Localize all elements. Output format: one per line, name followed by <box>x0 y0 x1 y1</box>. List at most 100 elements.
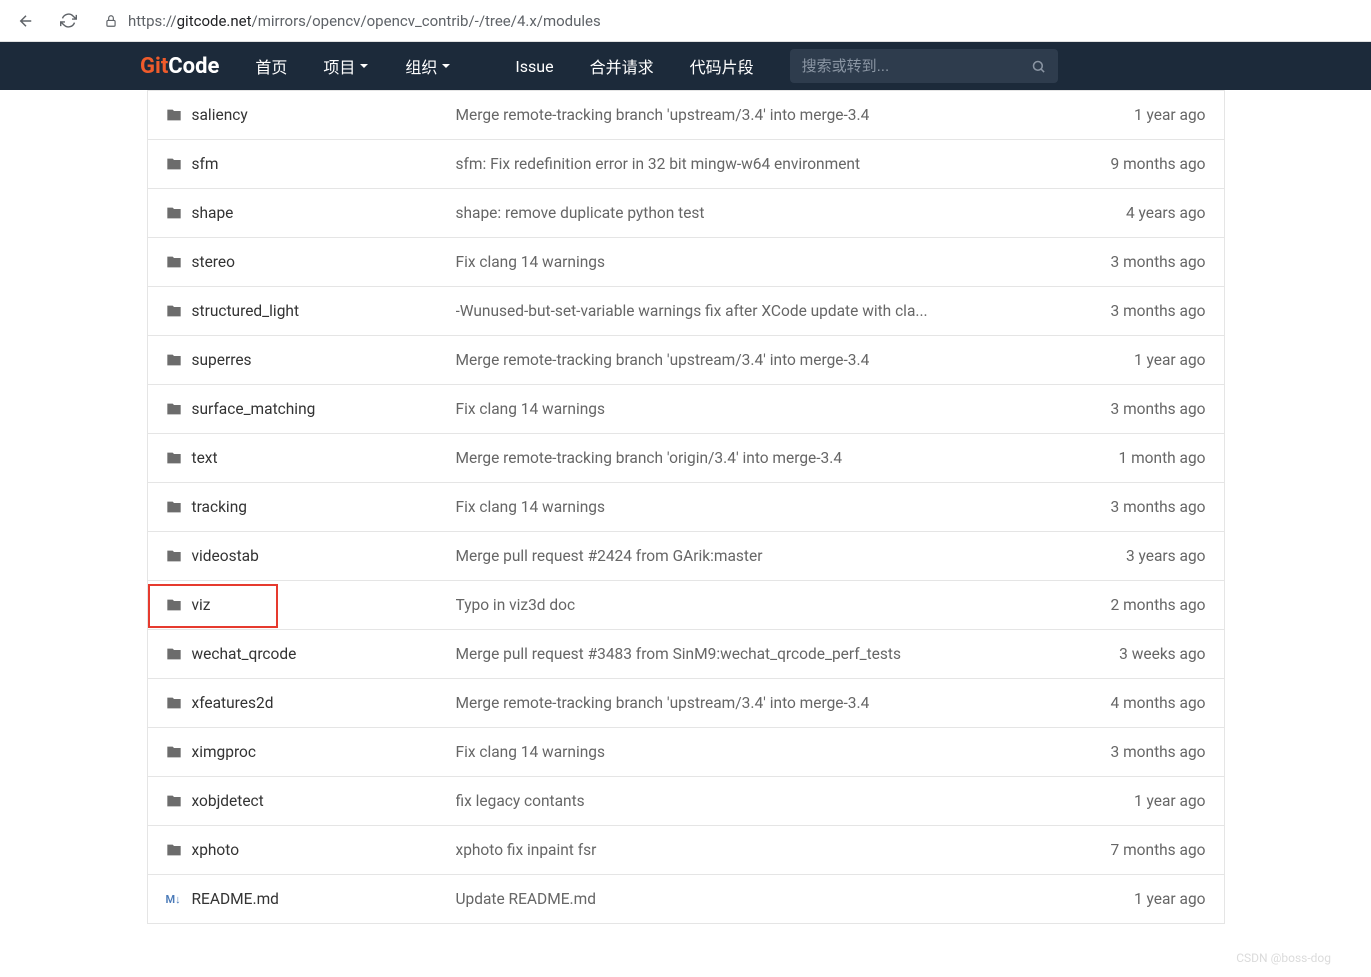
nav-orgs[interactable]: 组织 <box>387 42 469 90</box>
file-name-cell[interactable]: wechat_qrcode <box>166 645 456 663</box>
file-browser: saliency Merge remote-tracking branch 'up… <box>147 90 1225 924</box>
table-row[interactable]: wechat_qrcode Merge pull request #3483 fr… <box>148 629 1224 678</box>
commit-message[interactable]: Merge remote-tracking branch 'upstream/3… <box>456 351 1076 369</box>
file-name-cell[interactable]: text <box>166 449 456 467</box>
commit-time: 3 years ago <box>1076 547 1206 565</box>
table-row[interactable]: vizTypo in viz3d doc2 months ago <box>148 580 1224 629</box>
commit-message[interactable]: fix legacy contants <box>456 792 1076 810</box>
file-name[interactable]: xphoto <box>192 841 240 859</box>
folder-icon <box>166 450 182 466</box>
commit-message[interactable]: Fix clang 14 warnings <box>456 400 1076 418</box>
commit-time: 1 year ago <box>1076 792 1206 810</box>
table-row[interactable]: ximgprocFix clang 14 warnings3 months ag… <box>148 727 1224 776</box>
file-name[interactable]: videostab <box>192 547 259 565</box>
url-text: https://gitcode.net/mirrors/opencv/openc… <box>128 12 601 30</box>
folder-icon <box>166 107 182 123</box>
nav-issue[interactable]: Issue <box>497 42 571 90</box>
file-name-cell[interactable]: ximgproc <box>166 743 456 761</box>
commit-message[interactable]: Fix clang 14 warnings <box>456 743 1076 761</box>
table-row[interactable]: structured_light -Wunused-but-set-variabl… <box>148 286 1224 335</box>
file-name-cell[interactable]: xfeatures2d <box>166 694 456 712</box>
commit-time: 3 months ago <box>1076 302 1206 320</box>
commit-message[interactable]: Fix clang 14 warnings <box>456 253 1076 271</box>
commit-message[interactable]: shape: remove duplicate python test <box>456 204 1076 222</box>
commit-time: 3 months ago <box>1076 400 1206 418</box>
nav-merge[interactable]: 合并请求 <box>572 42 672 90</box>
file-name-cell[interactable]: xphoto <box>166 841 456 859</box>
browser-bar: https://gitcode.net/mirrors/opencv/openc… <box>0 0 1371 42</box>
table-row[interactable]: shape shape: remove duplicate python test… <box>148 188 1224 237</box>
folder-icon <box>166 401 182 417</box>
file-name-cell[interactable]: M↓ README.md <box>166 890 456 908</box>
commit-message[interactable]: Merge remote-tracking branch 'upstream/3… <box>456 694 1076 712</box>
address-bar[interactable]: https://gitcode.net/mirrors/opencv/openc… <box>96 12 1359 30</box>
commit-message[interactable]: xphoto fix inpaint fsr <box>456 841 1076 859</box>
file-name-cell[interactable]: stereo <box>166 253 456 271</box>
file-name[interactable]: tracking <box>192 498 247 516</box>
nav-home[interactable]: 首页 <box>237 42 305 90</box>
file-name[interactable]: README.md <box>192 890 279 908</box>
file-name-cell[interactable]: sfm <box>166 155 456 173</box>
markdown-icon: M↓ <box>166 893 182 906</box>
logo[interactable]: GitCode <box>140 54 219 79</box>
commit-message[interactable]: Merge remote-tracking branch 'upstream/3… <box>456 106 1076 124</box>
table-row[interactable]: superres Merge remote-tracking branch 'up… <box>148 335 1224 384</box>
commit-message[interactable]: Fix clang 14 warnings <box>456 498 1076 516</box>
file-name-cell[interactable]: saliency <box>166 106 456 124</box>
file-name-cell[interactable]: viz <box>166 596 456 614</box>
commit-message[interactable]: -Wunused-but-set-variable warnings fix a… <box>456 302 1076 320</box>
table-row[interactable]: text Merge remote-tracking branch 'origin… <box>148 433 1224 482</box>
file-name[interactable]: text <box>192 449 218 467</box>
file-name-cell[interactable]: tracking <box>166 498 456 516</box>
table-row[interactable]: sfm sfm: Fix redefinition error in 32 bit… <box>148 139 1224 188</box>
file-name-cell[interactable]: structured_light <box>166 302 456 320</box>
file-name-cell[interactable]: videostab <box>166 547 456 565</box>
search-input[interactable] <box>802 58 1031 75</box>
file-name[interactable]: wechat_qrcode <box>192 645 297 663</box>
table-row[interactable]: xobjdetect fix legacy contants1 year ago <box>148 776 1224 825</box>
search-icon[interactable] <box>1031 59 1046 74</box>
folder-icon <box>166 352 182 368</box>
file-name[interactable]: surface_matching <box>192 400 316 418</box>
folder-icon <box>166 254 182 270</box>
file-name[interactable]: superres <box>192 351 252 369</box>
commit-message[interactable]: Merge pull request #3483 from SinM9:wech… <box>456 645 1076 663</box>
file-name[interactable]: xfeatures2d <box>192 694 274 712</box>
file-name[interactable]: ximgproc <box>192 743 257 761</box>
file-name[interactable]: xobjdetect <box>192 792 264 810</box>
file-name-cell[interactable]: superres <box>166 351 456 369</box>
file-name[interactable]: structured_light <box>192 302 300 320</box>
commit-time: 4 years ago <box>1076 204 1206 222</box>
table-row[interactable]: xfeatures2d Merge remote-tracking branch … <box>148 678 1224 727</box>
table-row[interactable]: stereo Fix clang 14 warnings3 months ago <box>148 237 1224 286</box>
table-row[interactable]: tracking Fix clang 14 warnings3 months ag… <box>148 482 1224 531</box>
commit-message[interactable]: Merge remote-tracking branch 'origin/3.4… <box>456 449 1076 467</box>
reload-button[interactable] <box>54 7 82 35</box>
file-name[interactable]: stereo <box>192 253 235 271</box>
folder-icon <box>166 205 182 221</box>
commit-message[interactable]: Typo in viz3d doc <box>456 596 1076 614</box>
file-name[interactable]: sfm <box>192 155 219 173</box>
table-row[interactable]: xphotoxphoto fix inpaint fsr7 months ago <box>148 825 1224 874</box>
commit-time: 3 months ago <box>1076 253 1206 271</box>
commit-time: 3 months ago <box>1076 498 1206 516</box>
table-row[interactable]: surface_matching Fix clang 14 warnings3 m… <box>148 384 1224 433</box>
table-row[interactable]: M↓README.mdUpdate README.md1 year ago <box>148 874 1224 923</box>
file-name[interactable]: shape <box>192 204 234 222</box>
commit-message[interactable]: Merge pull request #2424 from GArik:mast… <box>456 547 1076 565</box>
search-box[interactable] <box>790 49 1058 83</box>
file-name[interactable]: viz <box>192 596 211 614</box>
folder-icon <box>166 744 182 760</box>
table-row[interactable]: saliency Merge remote-tracking branch 'up… <box>148 90 1224 139</box>
nav-projects[interactable]: 项目 <box>305 42 387 90</box>
commit-message[interactable]: Update README.md <box>456 890 1076 908</box>
table-row[interactable]: videostab Merge pull request #2424 from G… <box>148 531 1224 580</box>
file-name-cell[interactable]: surface_matching <box>166 400 456 418</box>
commit-message[interactable]: sfm: Fix redefinition error in 32 bit mi… <box>456 155 1076 173</box>
file-name-cell[interactable]: xobjdetect <box>166 792 456 810</box>
file-name[interactable]: saliency <box>192 106 248 124</box>
commit-time: 4 months ago <box>1076 694 1206 712</box>
nav-snippets[interactable]: 代码片段 <box>672 42 772 90</box>
back-button[interactable] <box>12 7 40 35</box>
file-name-cell[interactable]: shape <box>166 204 456 222</box>
